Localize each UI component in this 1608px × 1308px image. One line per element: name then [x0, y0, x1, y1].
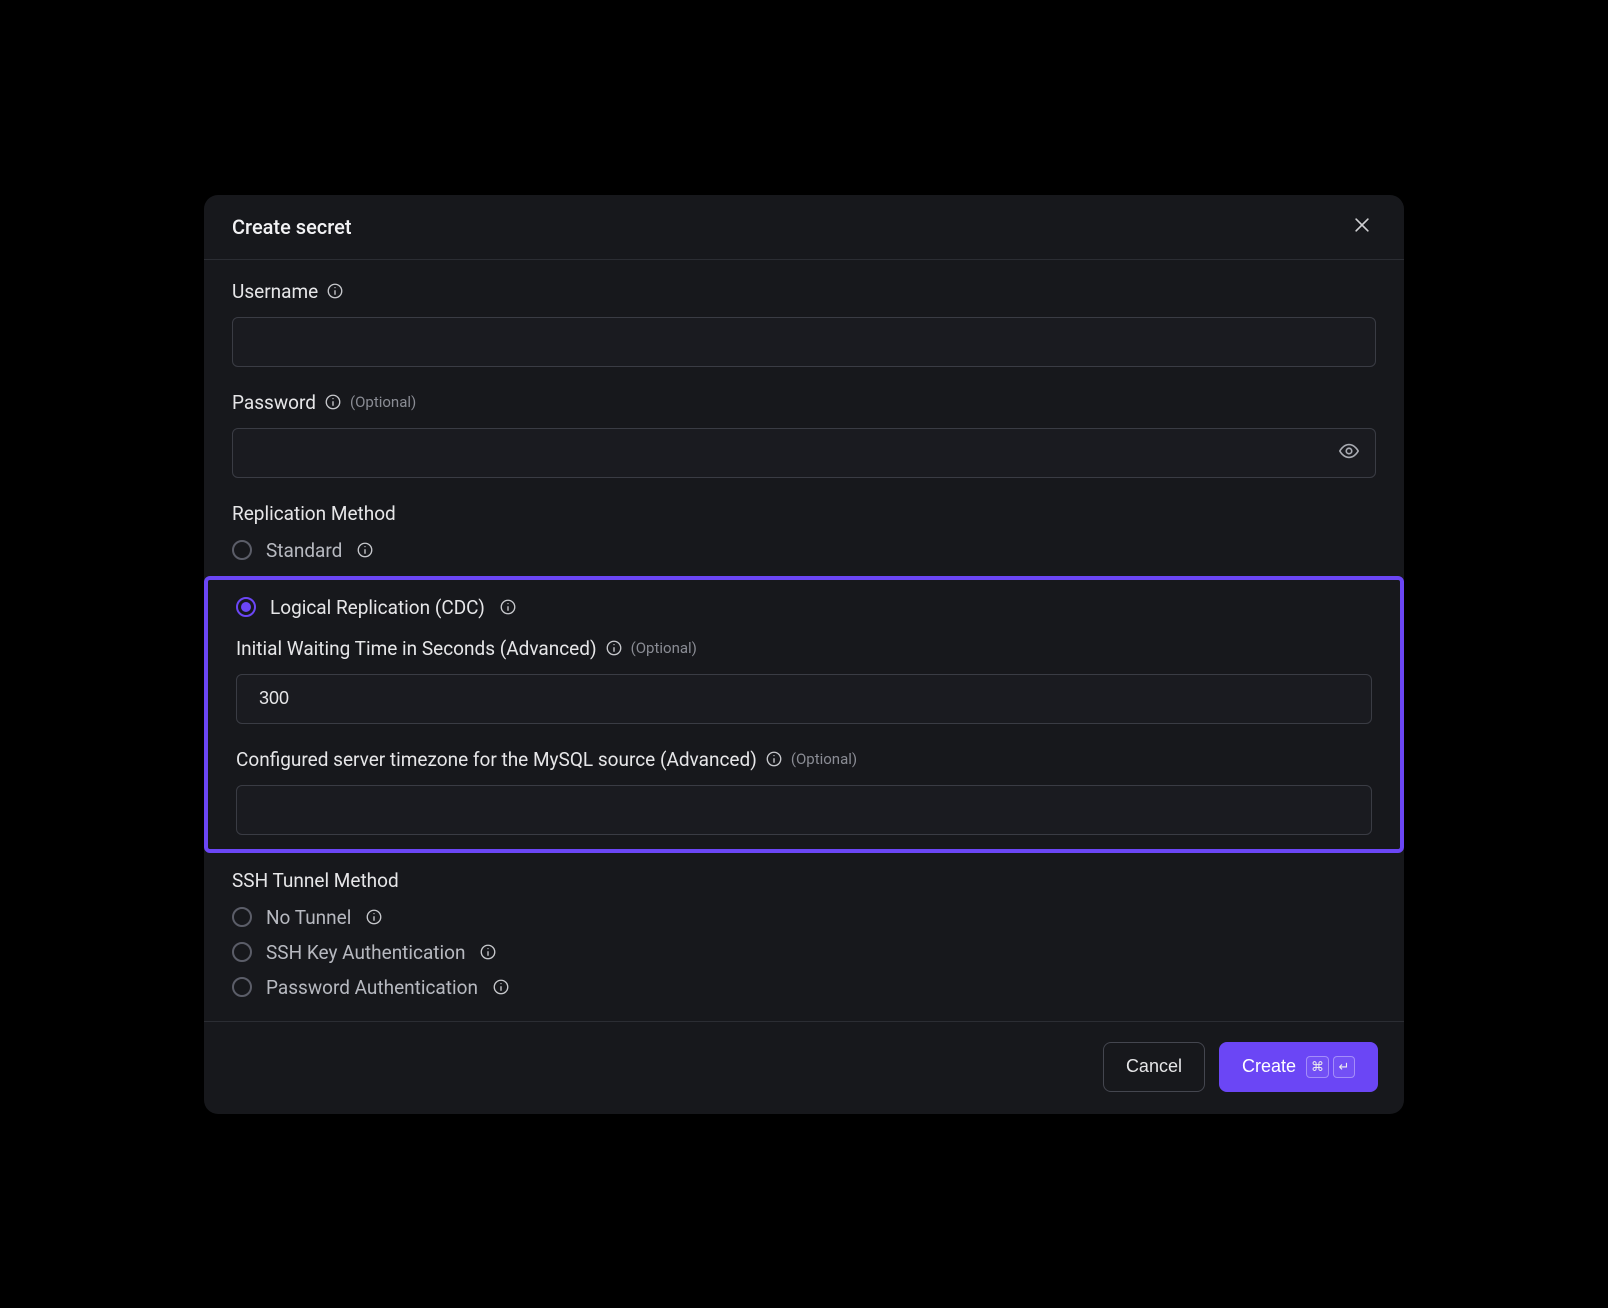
- ssh-option-password-auth[interactable]: Password Authentication: [232, 976, 1376, 999]
- timezone-field: Configured server timezone for the MySQL…: [236, 748, 1372, 835]
- close-button[interactable]: [1348, 213, 1376, 241]
- info-icon[interactable]: [365, 908, 383, 926]
- kbd-enter-icon: ↵: [1333, 1056, 1355, 1078]
- replication-section: Replication Method Standard: [232, 502, 1376, 562]
- username-label: Username: [232, 280, 318, 303]
- radio-icon: [236, 597, 256, 617]
- kbd-command-icon: ⌘: [1306, 1056, 1329, 1078]
- eye-icon: [1338, 440, 1360, 465]
- ssh-option-label: No Tunnel: [266, 906, 351, 929]
- timezone-label-row: Configured server timezone for the MySQL…: [236, 748, 1372, 771]
- password-label-row: Password (Optional): [232, 391, 1376, 414]
- initial-wait-field: Initial Waiting Time in Seconds (Advance…: [236, 637, 1372, 724]
- radio-icon: [232, 942, 252, 962]
- modal-header: Create secret: [204, 195, 1404, 260]
- info-icon[interactable]: [492, 978, 510, 996]
- ssh-title: SSH Tunnel Method: [232, 869, 1376, 892]
- info-icon[interactable]: [499, 598, 517, 616]
- replication-option-label: Logical Replication (CDC): [270, 596, 485, 619]
- radio-icon: [232, 977, 252, 997]
- username-field: Username: [232, 280, 1376, 367]
- keyboard-shortcut: ⌘ ↵: [1306, 1056, 1355, 1078]
- username-label-row: Username: [232, 280, 1376, 303]
- initial-wait-input[interactable]: [236, 674, 1372, 724]
- password-field: Password (Optional): [232, 391, 1376, 478]
- replication-option-cdc[interactable]: Logical Replication (CDC): [236, 596, 1372, 619]
- password-optional: (Optional): [350, 393, 416, 411]
- radio-icon: [232, 907, 252, 927]
- username-input[interactable]: [232, 317, 1376, 367]
- modal-body: Username Password (Optional): [204, 260, 1404, 1021]
- toggle-password-visibility[interactable]: [1336, 440, 1362, 466]
- info-icon[interactable]: [356, 541, 374, 559]
- radio-icon: [232, 540, 252, 560]
- modal-title: Create secret: [232, 215, 351, 239]
- initial-wait-label-row: Initial Waiting Time in Seconds (Advance…: [236, 637, 1372, 660]
- replication-title: Replication Method: [232, 502, 1376, 525]
- cancel-button-label: Cancel: [1126, 1056, 1182, 1077]
- ssh-option-label: Password Authentication: [266, 976, 478, 999]
- replication-option-label: Standard: [266, 539, 342, 562]
- info-icon[interactable]: [479, 943, 497, 961]
- timezone-input[interactable]: [236, 785, 1372, 835]
- initial-wait-label: Initial Waiting Time in Seconds (Advance…: [236, 637, 597, 660]
- info-icon[interactable]: [326, 282, 344, 300]
- cancel-button[interactable]: Cancel: [1103, 1042, 1205, 1092]
- info-icon[interactable]: [765, 750, 783, 768]
- create-button[interactable]: Create ⌘ ↵: [1219, 1042, 1378, 1092]
- timezone-label: Configured server timezone for the MySQL…: [236, 748, 757, 771]
- password-input-wrap: [232, 428, 1376, 478]
- info-icon[interactable]: [605, 639, 623, 657]
- ssh-option-no-tunnel[interactable]: No Tunnel: [232, 906, 1376, 929]
- ssh-section: SSH Tunnel Method No Tunnel SSH Key Auth…: [232, 869, 1376, 999]
- replication-option-standard[interactable]: Standard: [232, 539, 1376, 562]
- timezone-optional: (Optional): [791, 750, 857, 768]
- close-icon: [1352, 215, 1372, 238]
- ssh-option-label: SSH Key Authentication: [266, 941, 465, 964]
- create-button-label: Create: [1242, 1056, 1296, 1077]
- ssh-option-key-auth[interactable]: SSH Key Authentication: [232, 941, 1376, 964]
- password-label: Password: [232, 391, 316, 414]
- modal-footer: Cancel Create ⌘ ↵: [204, 1021, 1404, 1114]
- cdc-highlight-box: Logical Replication (CDC) Initial Waitin…: [204, 576, 1404, 853]
- password-input[interactable]: [232, 428, 1376, 478]
- initial-wait-optional: (Optional): [631, 639, 697, 657]
- info-icon[interactable]: [324, 393, 342, 411]
- create-secret-modal: Create secret Username Password: [204, 195, 1404, 1114]
